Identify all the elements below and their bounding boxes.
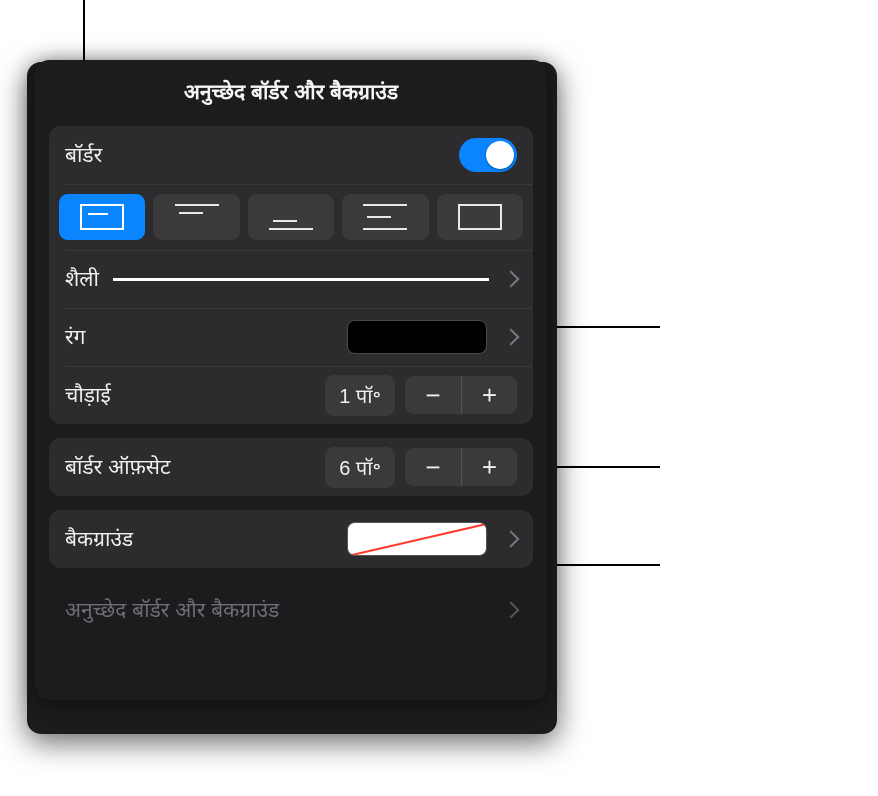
border-pos-top[interactable] bbox=[153, 194, 239, 240]
border-offset-row: बॉर्डर ऑफ़सेट 6 पॉ॰ − + bbox=[49, 438, 533, 496]
offset-value: 6 पॉ॰ bbox=[325, 447, 395, 488]
border-width-row: चौड़ाई 1 पॉ॰ − + bbox=[49, 366, 533, 424]
chevron-right-icon bbox=[503, 531, 520, 548]
top-bottom-border-icon bbox=[363, 204, 407, 230]
color-swatch[interactable] bbox=[347, 320, 487, 354]
border-section: बॉर्डर शैली bbox=[49, 126, 533, 424]
panel-title: अनुच्छेद बॉर्डर और बैकग्राउंड bbox=[35, 78, 547, 106]
chevron-right-icon bbox=[503, 329, 520, 346]
width-increase-button[interactable]: + bbox=[461, 376, 517, 414]
top-border-icon bbox=[175, 204, 219, 230]
chevron-right-icon bbox=[503, 271, 520, 288]
border-position-segment bbox=[49, 184, 533, 250]
background-section: बैकग्राउंड bbox=[49, 510, 533, 568]
border-style-row[interactable]: शैली bbox=[49, 250, 533, 308]
chevron-right-icon bbox=[503, 602, 520, 619]
border-pos-bottom[interactable] bbox=[248, 194, 334, 240]
border-toggle[interactable] bbox=[459, 138, 517, 172]
offset-stepper: − + bbox=[405, 448, 517, 486]
border-pos-box[interactable] bbox=[59, 194, 145, 240]
line-style-preview bbox=[113, 278, 489, 281]
callout-line bbox=[540, 326, 660, 328]
background-row[interactable]: बैकग्राउंड bbox=[49, 510, 533, 568]
offset-label: बॉर्डर ऑफ़सेट bbox=[65, 453, 171, 481]
style-label: शैली bbox=[65, 265, 99, 293]
border-pos-top-bottom[interactable] bbox=[342, 194, 428, 240]
color-label: रंग bbox=[65, 323, 85, 351]
width-decrease-button[interactable]: − bbox=[405, 376, 461, 414]
border-toggle-row: बॉर्डर bbox=[49, 126, 533, 184]
bottom-border-icon bbox=[269, 204, 313, 230]
offset-increase-button[interactable]: + bbox=[461, 448, 517, 486]
border-offset-section: बॉर्डर ऑफ़सेट 6 पॉ॰ − + bbox=[49, 438, 533, 496]
border-label: बॉर्डर bbox=[65, 141, 102, 169]
width-label: चौड़ाई bbox=[65, 381, 111, 409]
offset-decrease-button[interactable]: − bbox=[405, 448, 461, 486]
settings-panel: अनुच्छेद बॉर्डर और बैकग्राउंड बॉर्डर bbox=[35, 60, 547, 700]
outline-border-icon bbox=[458, 204, 502, 230]
width-value: 1 पॉ॰ bbox=[325, 375, 395, 416]
border-color-row[interactable]: रंग bbox=[49, 308, 533, 366]
border-pos-outline[interactable] bbox=[437, 194, 523, 240]
background-label: बैकग्राउंड bbox=[65, 525, 133, 553]
underlying-label: अनुच्छेद बॉर्डर और बैकग्राउंड bbox=[65, 596, 279, 624]
box-border-icon bbox=[80, 204, 124, 230]
callout-line bbox=[540, 466, 660, 468]
callout-line bbox=[540, 564, 660, 566]
background-none-swatch[interactable] bbox=[347, 522, 487, 556]
width-stepper: − + bbox=[405, 376, 517, 414]
underlying-row[interactable]: अनुच्छेद बॉर्डर और बैकग्राउंड bbox=[49, 582, 533, 638]
